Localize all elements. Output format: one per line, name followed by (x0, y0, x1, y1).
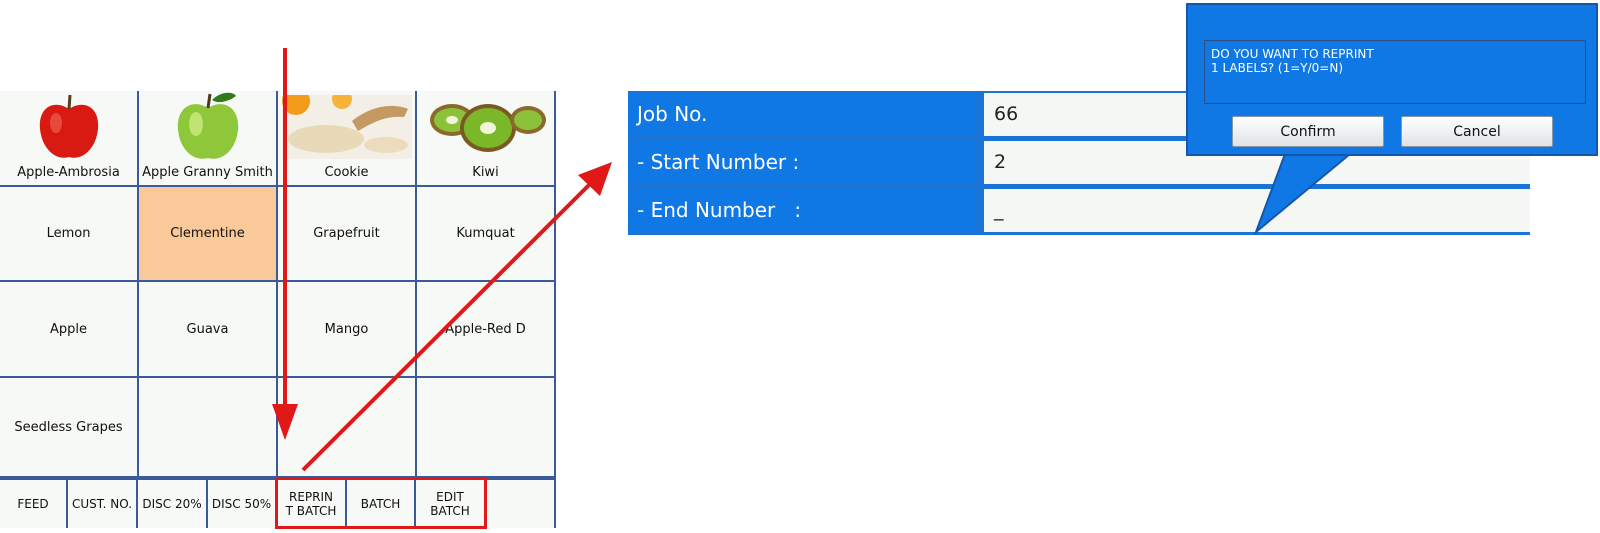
product-label: Apple-Ambrosia (17, 165, 120, 180)
confirm-button[interactable]: Confirm (1232, 116, 1384, 147)
product-label: Cookie (324, 165, 369, 180)
product-label: Apple Granny Smith (142, 165, 273, 180)
confirm-label: Confirm (1280, 123, 1336, 140)
product-label: Kiwi (472, 165, 499, 180)
reprint-confirm-dialog: DO YOU WANT TO REPRINT 1 LABELS? (1=Y/0=… (1186, 3, 1598, 156)
cancel-button[interactable]: Cancel (1401, 116, 1553, 147)
cancel-label: Cancel (1453, 123, 1501, 140)
dialog-message: DO YOU WANT TO REPRINT 1 LABELS? (1=Y/0=… (1204, 40, 1586, 104)
